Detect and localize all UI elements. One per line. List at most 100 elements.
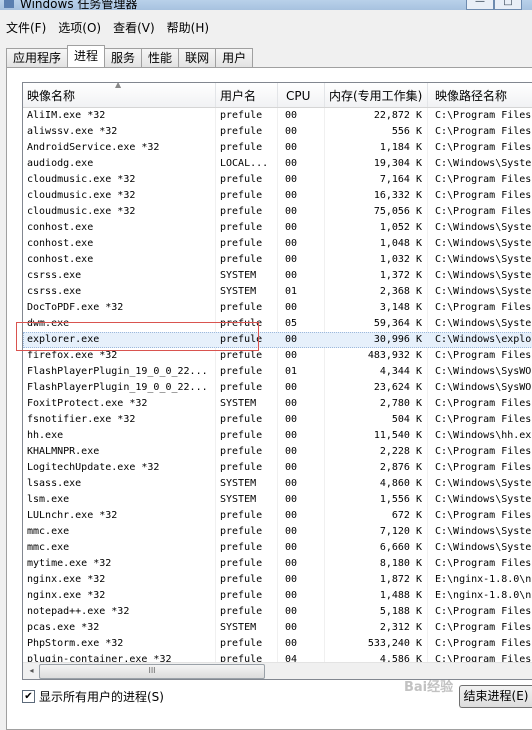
process-cpu: 00 <box>285 606 298 617</box>
process-memory: 7,164 K <box>379 174 422 185</box>
process-row[interactable]: PhpStorm.exe *32 prefule 00 533,240 K C:\Pro… <box>23 636 532 652</box>
process-row[interactable]: fsnotifier.exe *32 prefule 00 504 K C:\Progr… <box>23 412 532 428</box>
process-row[interactable]: AliIM.exe *32 prefule 00 22,872 K C:\Program… <box>23 108 532 124</box>
process-path: C:\Windows\Syste <box>435 478 532 489</box>
process-memory: 556 K <box>391 126 422 137</box>
process-name: mmc.exe <box>27 526 70 537</box>
process-row[interactable]: FlashPlayerPlugin_19_0_0_22... prefule 00 2… <box>23 380 532 396</box>
process-memory: 5,188 K <box>379 606 422 617</box>
process-user: prefule <box>220 238 263 249</box>
process-cpu: 05 <box>285 318 298 329</box>
column-header-image-name[interactable]: ▲ 映像名称 <box>23 83 216 107</box>
process-name: nginx.exe *32 <box>27 590 106 601</box>
process-cpu: 00 <box>285 590 298 601</box>
process-row[interactable]: mmc.exe prefule 00 7,120 K C:\Windows\Syste <box>23 524 532 540</box>
process-name: FlashPlayerPlugin_19_0_0_22... <box>27 382 208 393</box>
tab-services[interactable]: 服务 <box>104 48 143 67</box>
process-row[interactable]: FlashPlayerPlugin_19_0_0_22... prefule 01 4… <box>23 364 532 380</box>
process-cpu: 00 <box>285 398 298 409</box>
process-user: prefule <box>220 302 263 313</box>
menu-help[interactable]: 帮助(H) <box>161 19 215 36</box>
scroll-thumb[interactable]: III <box>39 664 265 679</box>
process-path: C:\Program Files <box>435 126 532 137</box>
process-row[interactable]: KHALMNPR.exe prefule 00 2,228 K C:\Program F… <box>23 444 532 460</box>
process-row[interactable]: hh.exe prefule 00 11,540 K C:\Windows\hh.exe <box>23 428 532 444</box>
process-cpu: 00 <box>285 574 298 585</box>
process-user: prefule <box>220 350 263 361</box>
process-user: prefule <box>220 382 263 393</box>
process-user: LOCAL... <box>220 158 269 169</box>
process-name: LULnchr.exe *32 <box>27 510 118 521</box>
process-user: SYSTEM <box>220 270 257 281</box>
column-header-memory[interactable]: 内存(专用工作集) <box>325 83 428 107</box>
tab-processes[interactable]: 进程 <box>67 45 106 67</box>
process-cpu: 00 <box>285 270 298 281</box>
show-all-users-label[interactable]: 显示所有用户的进程(S) <box>39 688 164 705</box>
process-row[interactable]: cloudmusic.exe *32 prefule 00 16,332 K C:\Pr… <box>23 188 532 204</box>
process-row[interactable]: firefox.exe *32 prefule 00 483,932 K C:\Prog… <box>23 348 532 364</box>
process-row[interactable]: nginx.exe *32 prefule 00 1,872 K E:\nginx-1.… <box>23 572 532 588</box>
process-row[interactable]: audiodg.exe LOCAL... 00 19,304 K C:\Windows\… <box>23 156 532 172</box>
process-name: csrss.exe <box>27 286 82 297</box>
process-memory: 1,052 K <box>379 222 422 233</box>
window-title: Windows 任务管理器 <box>20 0 138 10</box>
process-row[interactable]: pcas.exe *32 SYSTEM 00 2,312 K C:\Program Fi… <box>23 620 532 636</box>
show-all-users-checkbox[interactable]: ✔ <box>22 690 35 703</box>
process-user: prefule <box>220 254 263 265</box>
menu-file[interactable]: 文件(F) <box>0 19 52 36</box>
process-row[interactable]: explorer.exe prefule 00 30,996 K C:\Windows\… <box>23 332 532 348</box>
maximize-button[interactable]: □ <box>494 0 522 10</box>
process-row[interactable]: cloudmusic.exe *32 prefule 00 75,056 K C:\Pr… <box>23 204 532 220</box>
column-header-user[interactable]: 用户名 <box>216 83 278 107</box>
process-cpu: 00 <box>285 190 298 201</box>
process-cpu: 00 <box>285 110 298 121</box>
process-path: C:\Windows\Syste <box>435 526 532 537</box>
process-cpu: 00 <box>285 542 298 553</box>
process-row[interactable]: conhost.exe prefule 00 1,052 K C:\Windows\Sy… <box>23 220 532 236</box>
process-cpu: 00 <box>285 206 298 217</box>
process-row[interactable]: nginx.exe *32 prefule 00 1,488 K E:\nginx-1.… <box>23 588 532 604</box>
process-memory: 75,056 K <box>373 206 422 217</box>
column-header-cpu[interactable]: CPU <box>278 83 325 107</box>
process-row[interactable]: mmc.exe prefule 00 6,660 K C:\Windows\Syste <box>23 540 532 556</box>
process-name: mmc.exe <box>27 542 70 553</box>
process-row[interactable]: lsm.exe SYSTEM 00 1,556 K C:\Windows\Syste <box>23 492 532 508</box>
process-memory: 11,540 K <box>373 430 422 441</box>
process-user: prefule <box>220 222 263 233</box>
menu-options[interactable]: 选项(O) <box>52 19 107 36</box>
process-list[interactable]: ▲ 映像名称 用户名 CPU 内存(专用工作集) 映像路径名称 AliIM.ex… <box>22 82 532 680</box>
horizontal-scrollbar[interactable]: ◂ III <box>23 662 532 679</box>
tab-networking[interactable]: 联网 <box>178 48 217 67</box>
scroll-left-icon[interactable]: ◂ <box>24 664 39 678</box>
process-row[interactable]: conhost.exe prefule 00 1,032 K C:\Windows\Sy… <box>23 252 532 268</box>
menu-view[interactable]: 查看(V) <box>107 19 161 36</box>
process-row[interactable]: cloudmusic.exe *32 prefule 00 7,164 K C:\Pro… <box>23 172 532 188</box>
column-header-image-path[interactable]: 映像路径名称 <box>428 83 532 107</box>
process-memory: 1,488 K <box>379 590 422 601</box>
process-memory: 2,876 K <box>379 462 422 473</box>
process-row[interactable]: AndroidService.exe *32 prefule 00 1,184 K C:… <box>23 140 532 156</box>
minimize-button[interactable]: — <box>466 0 494 10</box>
process-path: E:\nginx-1.8.0\n <box>435 574 532 585</box>
tab-performance[interactable]: 性能 <box>141 48 180 67</box>
process-row[interactable]: DocToPDF.exe *32 prefule 00 3,148 K C:\Progr… <box>23 300 532 316</box>
process-row[interactable]: mytime.exe *32 prefule 00 8,180 K C:\Program… <box>23 556 532 572</box>
process-user: prefule <box>220 430 263 441</box>
process-row[interactable]: dwm.exe prefule 05 59,364 K C:\Windows\Syste <box>23 316 532 332</box>
process-memory: 1,372 K <box>379 270 422 281</box>
process-row[interactable]: lsass.exe SYSTEM 00 4,860 K C:\Windows\Syste <box>23 476 532 492</box>
process-row[interactable]: csrss.exe SYSTEM 01 2,368 K C:\Windows\Syste <box>23 284 532 300</box>
process-row[interactable]: notepad++.exe *32 prefule 00 5,188 K C:\Prog… <box>23 604 532 620</box>
process-name: nginx.exe *32 <box>27 574 106 585</box>
tab-users[interactable]: 用户 <box>215 48 254 67</box>
process-user: prefule <box>220 110 263 121</box>
tab-applications[interactable]: 应用程序 <box>6 48 69 67</box>
process-row[interactable]: csrss.exe SYSTEM 00 1,372 K C:\Windows\Syste <box>23 268 532 284</box>
process-row[interactable]: FoxitProtect.exe *32 SYSTEM 00 2,780 K C:\Pr… <box>23 396 532 412</box>
process-row[interactable]: conhost.exe prefule 00 1,048 K C:\Windows\Sy… <box>23 236 532 252</box>
process-row[interactable]: LogitechUpdate.exe *32 prefule 00 2,876 K C:… <box>23 460 532 476</box>
end-process-button[interactable]: 结束进程(E) <box>459 685 532 708</box>
process-row[interactable]: LULnchr.exe *32 prefule 00 672 K C:\Program … <box>23 508 532 524</box>
process-path: C:\Windows\Syste <box>435 158 532 169</box>
process-row[interactable]: aliwssv.exe *32 prefule 00 556 K C:\Program … <box>23 124 532 140</box>
